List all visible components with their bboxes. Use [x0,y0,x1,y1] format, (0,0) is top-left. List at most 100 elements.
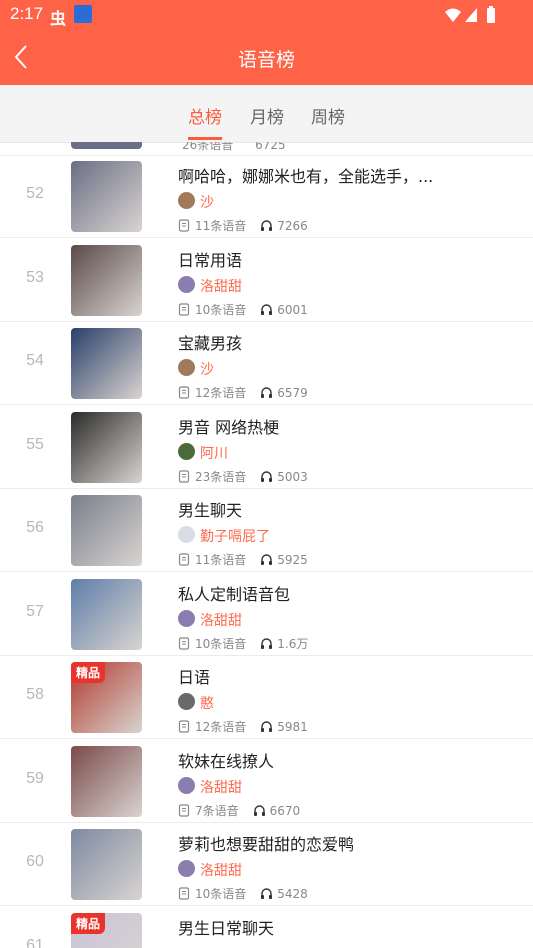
cover-image: 精品 [71,912,142,948]
voice-count: 23条语音 [195,469,247,484]
voice-count: 11条语音 [195,553,247,567]
item-meta: 10条语音 1.6万 [178,635,308,652]
author-name: 沙 [200,195,214,211]
active-tab-indicator [188,137,222,140]
cover-image [71,244,142,316]
item-title: 啊哈哈，娜娜米也有，全能选手，... [178,167,434,186]
play-count: 6579 [277,386,308,400]
avatar [178,776,195,794]
play-count: 6001 [277,302,308,317]
list-item[interactable]: 61 精品 男生日常聊天 [0,907,533,948]
app-bar: 语音榜 [0,30,533,85]
list-item[interactable]: 54 宝藏男孩沙 12条语音 6579 [0,322,533,405]
rank-number: 57 [26,602,44,620]
voice-count: 7条语音 [195,803,239,818]
document-icon [178,302,190,316]
document-icon [178,553,190,566]
tab-bar: 总榜 月榜 周榜 [0,85,533,143]
list-item[interactable]: 53 日常用语洛甜甜 10条语音 6001 [0,239,533,322]
play-count: 1.6万 [277,636,309,651]
headphones-icon [261,470,273,482]
cover-image [71,328,142,399]
avatar [178,359,195,376]
document-icon [178,219,190,232]
author-name: 阿川 [200,445,228,462]
rank-number: 61 [26,936,44,948]
voice-count: 12条语音 [195,386,247,400]
tab-total[interactable]: 总榜 [188,103,222,128]
avatar [178,192,195,209]
rank-number: 54 [26,352,44,369]
item-meta: 10条语音 5428 [178,885,308,902]
list-item[interactable]: 59 软妹在线撩人洛甜甜 7条语音 6670 [0,740,533,823]
item-meta: 12条语音 6579 [178,384,308,401]
ranking-list[interactable]: 52 啊哈哈，娜娜米也有，全能选手，... 沙 11条语音 7266 53 日常用语洛甜甜 1… [0,142,533,948]
cover-image [71,745,142,817]
document-icon [178,386,190,399]
signal-battery-icon [445,6,495,23]
avatar [178,860,195,877]
tab-weekly[interactable]: 周榜 [311,103,345,128]
item-title: 男音 网络热梗 [178,417,280,437]
list-item[interactable]: 58 精品 日语憨 12条语音 5981 [0,656,533,739]
author-name: 洛甜甜 [200,278,242,295]
page-title: 语音榜 [237,50,295,71]
rank-number: 55 [26,435,44,453]
rank-number: 56 [26,519,44,536]
document-icon [178,636,190,650]
rank-number: 52 [26,185,44,202]
avatar [178,275,195,293]
headphones-icon [261,637,273,649]
list-item[interactable]: 60 萝莉也想要甜甜的恋爱鸭 洛甜甜 10条语音 5428 [0,823,533,906]
play-count: 6670 [269,803,301,818]
headphones-icon [261,220,273,231]
rank-number: 58 [26,686,44,703]
list-item[interactable]: 52 啊哈哈，娜娜米也有，全能选手，... 沙 11条语音 7266 [0,155,533,238]
tab-monthly[interactable]: 月榜 [250,103,284,128]
author-name: 洛甜甜 [200,612,242,629]
avatar [178,609,195,627]
headphones-icon [261,554,273,565]
play-count: 5925 [277,553,308,567]
voice-count: 11条语音 [195,219,247,233]
item-title: 日常用语 [178,250,243,270]
list-item[interactable]: 57 私人定制语音包 洛甜甜 10条语音 1.6万 [0,573,533,656]
item-meta: 23条语音 5003 [178,468,308,485]
item-meta: 11条语音 7266 [178,217,308,234]
headphones-icon [261,721,273,732]
item-meta: 10条语音 6001 [178,301,308,318]
play-count: 5003 [277,469,308,484]
avatar [178,442,195,460]
document-icon [178,469,190,483]
item-title: 软妹在线撩人 [178,751,275,771]
play-count: 7266 [277,219,308,233]
voice-count: 10条语音 [195,887,247,901]
voice-count: 10条语音 [195,302,247,317]
item-meta: 11条语音 5925 [178,551,308,568]
list-item[interactable]: 56 男生聊天勤子嗝屁了 11条语音 5925 [0,489,533,572]
voice-count: 12条语音 [195,720,247,734]
item-title: 萝莉也想要甜甜的恋爱鸭 [178,835,355,854]
cover-image [71,161,142,232]
author-name: 勤子嗝屁了 [200,529,270,545]
status-time: 2:17 [10,4,44,23]
author-name: 洛甜甜 [200,779,242,796]
document-icon [178,720,190,733]
list-item[interactable]: 55 男音 网络热梗阿川 23条语音 5003 [0,406,533,489]
document-icon [178,887,190,900]
avatar [178,693,195,710]
rank-number: 59 [26,769,44,787]
item-title: 男生聊天 [178,501,243,520]
rank-number: 53 [26,268,44,286]
cover-image [71,578,142,650]
item-title: 男生日常聊天 [178,918,275,938]
premium-badge: 精品 [71,662,106,683]
cover-image: 精品 [71,662,142,733]
premium-badge: 精品 [71,912,106,934]
author-name: 憨 [200,696,214,712]
download-icon [74,5,92,23]
item-meta: 12条语音 5981 [178,718,308,735]
headphones-icon [261,303,273,315]
cover-image [71,495,142,566]
author-name: 洛甜甜 [200,863,242,879]
